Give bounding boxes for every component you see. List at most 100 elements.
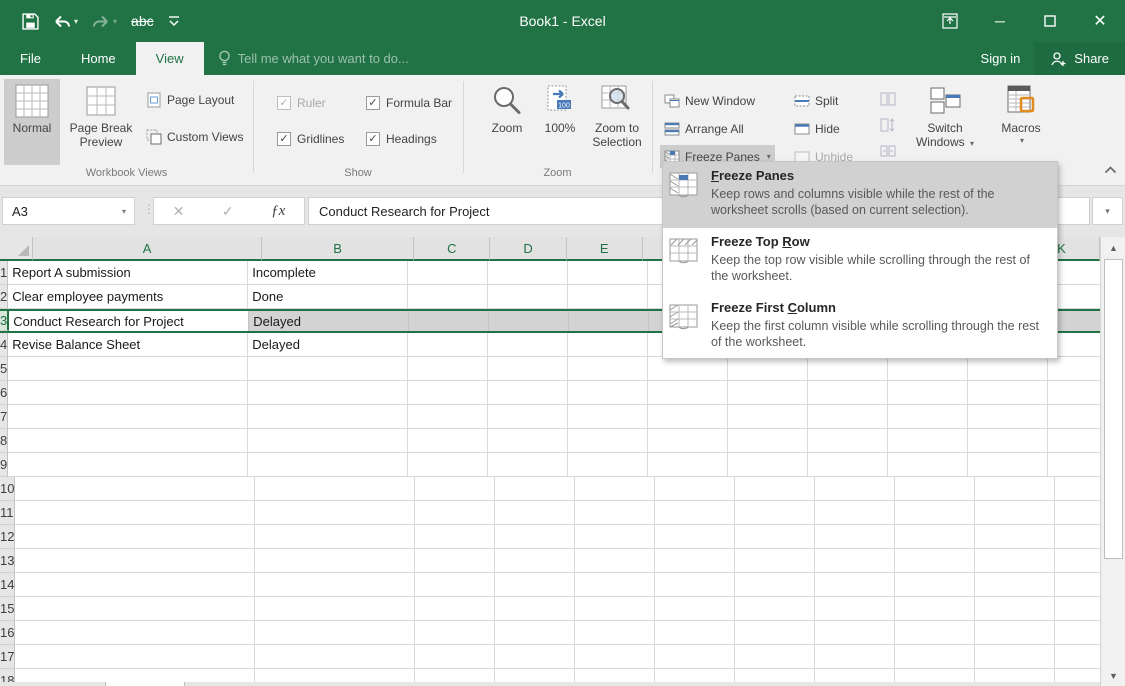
cell-J11[interactable]	[975, 501, 1055, 525]
row-header-9[interactable]: 9	[0, 453, 8, 477]
cell-E3[interactable]	[569, 311, 649, 331]
formula-bar-checkbox-box[interactable]: ✓	[366, 96, 380, 110]
cell-H8[interactable]	[808, 429, 888, 453]
cell-K11[interactable]	[1055, 501, 1101, 525]
row-header-8[interactable]: 8	[0, 429, 8, 453]
sign-in-link[interactable]: Sign in	[967, 42, 1035, 75]
cell-C3[interactable]	[409, 311, 489, 331]
cell-E9[interactable]	[568, 453, 648, 477]
cell-D2[interactable]	[488, 285, 568, 309]
cell-C7[interactable]	[408, 405, 488, 429]
column-header-A[interactable]: A	[33, 237, 262, 261]
cell-A10[interactable]	[15, 477, 255, 501]
cell-H17[interactable]	[815, 645, 895, 669]
cell-C9[interactable]	[408, 453, 488, 477]
zoom-to-selection-button[interactable]: Zoom to Selection	[584, 79, 650, 165]
cell-B2[interactable]: Done	[248, 285, 408, 309]
cell-E4[interactable]	[568, 333, 648, 357]
cell-G5[interactable]	[728, 357, 808, 381]
customize-qat-icon[interactable]	[168, 15, 180, 27]
cell-G13[interactable]	[735, 549, 815, 573]
cell-I7[interactable]	[888, 405, 968, 429]
cell-B3[interactable]: Delayed	[249, 311, 409, 331]
cell-A5[interactable]	[8, 357, 248, 381]
cell-B15[interactable]	[255, 597, 415, 621]
row-header-17[interactable]: 17	[0, 645, 15, 669]
cell-B9[interactable]	[248, 453, 408, 477]
arrange-all-button[interactable]: Arrange All	[660, 117, 748, 140]
name-box-caret-icon[interactable]: ▾	[122, 207, 126, 216]
cell-K6[interactable]	[1048, 381, 1100, 405]
cell-G17[interactable]	[735, 645, 815, 669]
cell-G8[interactable]	[728, 429, 808, 453]
cell-J15[interactable]	[975, 597, 1055, 621]
cell-G7[interactable]	[728, 405, 808, 429]
cell-C11[interactable]	[415, 501, 495, 525]
cell-J13[interactable]	[975, 549, 1055, 573]
normal-view-button[interactable]: Normal	[4, 79, 60, 165]
cell-K17[interactable]	[1055, 645, 1100, 669]
cell-D16[interactable]	[495, 621, 575, 645]
cell-E1[interactable]	[568, 261, 648, 285]
cell-E12[interactable]	[575, 525, 655, 549]
menu-item-freeze-top-row[interactable]: Freeze Top Row Keep the top row visible …	[663, 228, 1057, 294]
row-header-6[interactable]: 6	[0, 381, 8, 405]
maximize-icon[interactable]	[1025, 0, 1075, 42]
cell-E2[interactable]	[568, 285, 648, 309]
cell-H11[interactable]	[815, 501, 895, 525]
cell-D9[interactable]	[488, 453, 568, 477]
cell-I17[interactable]	[895, 645, 975, 669]
cell-G10[interactable]	[735, 477, 815, 501]
macros-button[interactable]: Macros ▾	[988, 79, 1054, 165]
cell-J16[interactable]	[975, 621, 1055, 645]
headings-checkbox[interactable]: ✓ Headings	[366, 129, 437, 149]
cell-F13[interactable]	[655, 549, 735, 573]
cell-A11[interactable]	[15, 501, 255, 525]
cell-F8[interactable]	[648, 429, 728, 453]
cell-F15[interactable]	[655, 597, 735, 621]
row-header-2[interactable]: 2	[0, 285, 8, 309]
cell-I8[interactable]	[888, 429, 968, 453]
cell-I12[interactable]	[895, 525, 975, 549]
cell-F7[interactable]	[648, 405, 728, 429]
cell-G12[interactable]	[735, 525, 815, 549]
cell-C8[interactable]	[408, 429, 488, 453]
cell-C6[interactable]	[408, 381, 488, 405]
tab-file[interactable]: File	[0, 42, 61, 75]
cell-J12[interactable]	[975, 525, 1055, 549]
cell-D5[interactable]	[488, 357, 568, 381]
cell-A1[interactable]: Report A submission	[8, 261, 248, 285]
cell-H9[interactable]	[808, 453, 888, 477]
cell-E16[interactable]	[575, 621, 655, 645]
cell-C4[interactable]	[408, 333, 488, 357]
row-header-14[interactable]: 14	[0, 573, 15, 597]
cell-E8[interactable]	[568, 429, 648, 453]
close-icon[interactable]: ✕	[1075, 0, 1125, 42]
vertical-scrollbar-thumb[interactable]	[1104, 259, 1123, 559]
cell-G15[interactable]	[735, 597, 815, 621]
cell-B16[interactable]	[255, 621, 415, 645]
cell-I16[interactable]	[895, 621, 975, 645]
cell-G14[interactable]	[735, 573, 815, 597]
vertical-scrollbar[interactable]: ▲ ▼	[1100, 237, 1125, 686]
headings-checkbox-box[interactable]: ✓	[366, 132, 380, 146]
zoom-100-button[interactable]: 100 100%	[538, 79, 582, 165]
cell-D17[interactable]	[495, 645, 575, 669]
cell-D3[interactable]	[489, 311, 569, 331]
cell-H10[interactable]	[815, 477, 895, 501]
cell-I14[interactable]	[895, 573, 975, 597]
cell-G16[interactable]	[735, 621, 815, 645]
cell-D8[interactable]	[488, 429, 568, 453]
strikethrough-icon[interactable]: abc	[131, 13, 154, 29]
cell-E15[interactable]	[575, 597, 655, 621]
cell-D14[interactable]	[495, 573, 575, 597]
row-header-5[interactable]: 5	[0, 357, 8, 381]
cell-D13[interactable]	[495, 549, 575, 573]
row-header-7[interactable]: 7	[0, 405, 8, 429]
cell-C14[interactable]	[415, 573, 495, 597]
cell-A14[interactable]	[15, 573, 255, 597]
menu-item-freeze-first-column[interactable]: Freeze First Column Keep the first colum…	[663, 294, 1057, 360]
cell-K5[interactable]	[1048, 357, 1100, 381]
cell-A15[interactable]	[15, 597, 255, 621]
cell-D4[interactable]	[488, 333, 568, 357]
